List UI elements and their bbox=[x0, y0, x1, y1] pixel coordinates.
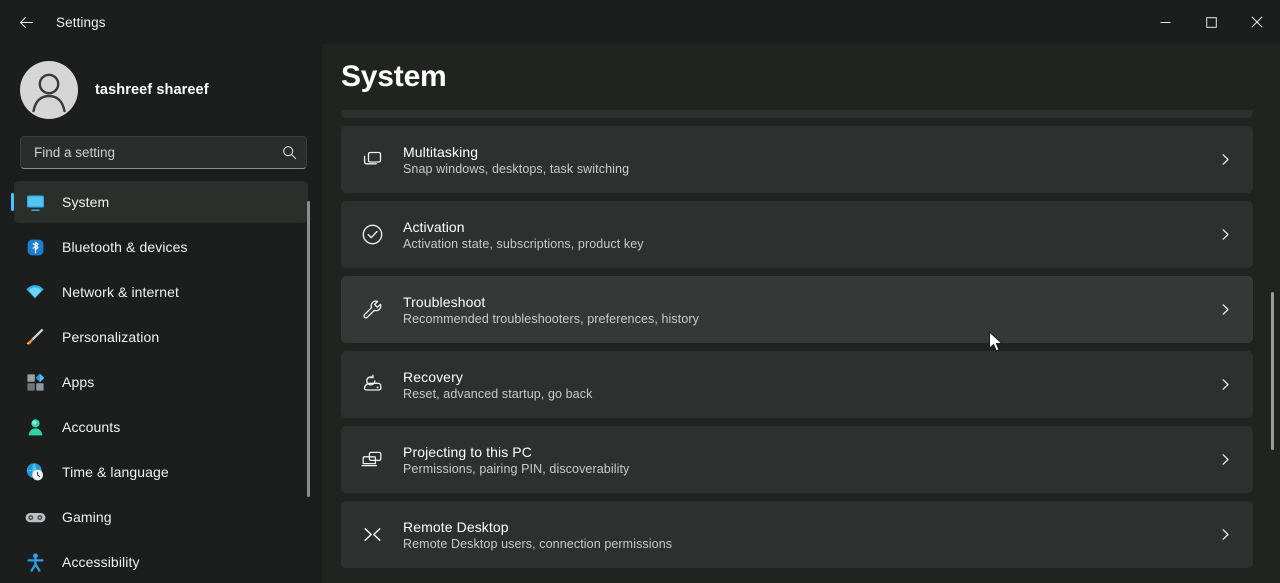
card-subtitle: Remote Desktop users, connection permiss… bbox=[403, 536, 673, 551]
window-title: Settings bbox=[56, 14, 106, 30]
main-content: System Multitasking Snap windows, deskto… bbox=[322, 44, 1280, 583]
card-title: Multitasking bbox=[403, 143, 479, 160]
search-input[interactable] bbox=[21, 145, 272, 160]
card-title: Activation bbox=[403, 218, 465, 235]
card-title: Projecting to this PC bbox=[403, 443, 532, 460]
bluetooth-icon bbox=[20, 235, 50, 259]
card-text: Projecting to this PC Permissions, pairi… bbox=[403, 444, 1197, 476]
card-recovery[interactable]: Recovery Reset, advanced startup, go bac… bbox=[341, 351, 1253, 418]
monitor-icon bbox=[20, 190, 50, 214]
main-scrollbar[interactable] bbox=[1271, 292, 1274, 450]
close-button[interactable] bbox=[1234, 0, 1280, 44]
sidebar-item-network-internet[interactable]: Network & internet bbox=[14, 271, 308, 313]
sidebar-scrollbar[interactable] bbox=[307, 201, 310, 497]
sidebar-item-label: Personalization bbox=[62, 329, 160, 345]
paintbrush-icon bbox=[20, 325, 50, 349]
card-projecting-to-this-pc[interactable]: Projecting to this PC Permissions, pairi… bbox=[341, 426, 1253, 493]
sidebar-item-apps[interactable]: Apps bbox=[14, 361, 308, 403]
user-profile[interactable]: tashreef shareef bbox=[0, 44, 322, 122]
wifi-icon bbox=[20, 280, 50, 304]
card-title: Recovery bbox=[403, 368, 463, 385]
clock-globe-icon bbox=[20, 460, 50, 484]
card-subtitle: Recommended troubleshooters, preferences… bbox=[403, 311, 700, 326]
card-troubleshoot[interactable]: Troubleshoot Recommended troubleshooters… bbox=[341, 276, 1253, 343]
sidebar-item-personalization[interactable]: Personalization bbox=[14, 316, 308, 358]
partial-card-above[interactable] bbox=[341, 110, 1253, 118]
sidebar-item-label: Bluetooth & devices bbox=[62, 239, 188, 255]
card-subtitle: Snap windows, desktops, task switching bbox=[403, 161, 630, 176]
chevron-right-icon[interactable] bbox=[1197, 303, 1253, 316]
sidebar-item-label: Network & internet bbox=[62, 284, 179, 300]
sidebar-item-label: System bbox=[62, 194, 110, 210]
projecting-screens-icon bbox=[341, 447, 403, 472]
sidebar-nav: System Bluetooth & devices Network & int… bbox=[0, 181, 322, 583]
card-text: Multitasking Snap windows, desktops, tas… bbox=[403, 144, 1197, 176]
chevron-right-icon[interactable] bbox=[1197, 378, 1253, 391]
gamepad-icon bbox=[20, 505, 50, 529]
chevron-right-icon[interactable] bbox=[1197, 228, 1253, 241]
sidebar-item-gaming[interactable]: Gaming bbox=[14, 496, 308, 538]
wrench-icon bbox=[341, 297, 403, 322]
minimize-icon bbox=[1160, 21, 1170, 23]
sidebar-item-accounts[interactable]: Accounts bbox=[14, 406, 308, 448]
maximize-button[interactable] bbox=[1188, 0, 1234, 44]
back-button[interactable] bbox=[8, 6, 44, 38]
recovery-drive-icon bbox=[341, 372, 403, 397]
card-subtitle: Permissions, pairing PIN, discoverabilit… bbox=[403, 461, 630, 476]
search-icon bbox=[272, 145, 306, 160]
card-text: Troubleshoot Recommended troubleshooters… bbox=[403, 294, 1197, 326]
multitasking-windows-icon bbox=[341, 147, 403, 172]
sidebar-item-bluetooth-devices[interactable]: Bluetooth & devices bbox=[14, 226, 308, 268]
window-controls bbox=[1142, 0, 1280, 44]
accessibility-icon bbox=[20, 550, 50, 574]
sidebar-item-time-language[interactable]: Time & language bbox=[14, 451, 308, 493]
remote-desktop-icon bbox=[341, 522, 403, 547]
person-icon bbox=[20, 415, 50, 439]
sidebar-item-label: Apps bbox=[62, 374, 95, 390]
sidebar-item-label: Accessibility bbox=[62, 554, 140, 570]
card-title: Troubleshoot bbox=[403, 293, 486, 310]
close-icon bbox=[1251, 16, 1263, 28]
minimize-button[interactable] bbox=[1142, 0, 1188, 44]
apps-grid-icon bbox=[20, 370, 50, 394]
card-multitasking[interactable]: Multitasking Snap windows, desktops, tas… bbox=[341, 126, 1253, 193]
sidebar-item-system[interactable]: System bbox=[11, 181, 308, 223]
sidebar-item-label: Accounts bbox=[62, 419, 121, 435]
card-subtitle: Reset, advanced startup, go back bbox=[403, 386, 593, 401]
card-text: Recovery Reset, advanced startup, go bac… bbox=[403, 369, 1197, 401]
settings-window: Settings tashreef shareef Find a setting… bbox=[0, 0, 1280, 583]
card-text: Remote Desktop Remote Desktop users, con… bbox=[403, 519, 1197, 551]
card-title: Remote Desktop bbox=[403, 518, 509, 535]
title-bar: Settings bbox=[0, 0, 1280, 44]
back-arrow-icon bbox=[19, 16, 33, 28]
chevron-right-icon[interactable] bbox=[1197, 528, 1253, 541]
search-box[interactable] bbox=[20, 136, 307, 169]
sidebar-item-accessibility[interactable]: Accessibility bbox=[14, 541, 308, 583]
page-title: System bbox=[341, 60, 447, 93]
chevron-right-icon[interactable] bbox=[1197, 153, 1253, 166]
sidebar-item-label: Gaming bbox=[62, 509, 112, 525]
card-text: Activation Activation state, subscriptio… bbox=[403, 219, 1197, 251]
search-container bbox=[0, 122, 322, 169]
maximize-icon bbox=[1205, 16, 1217, 28]
chevron-right-icon[interactable] bbox=[1197, 453, 1253, 466]
card-remote-desktop[interactable]: Remote Desktop Remote Desktop users, con… bbox=[341, 501, 1253, 568]
avatar bbox=[20, 61, 78, 119]
user-avatar-icon bbox=[32, 73, 66, 113]
sidebar-item-label: Time & language bbox=[62, 464, 169, 480]
card-activation[interactable]: Activation Activation state, subscriptio… bbox=[341, 201, 1253, 268]
card-subtitle: Activation state, subscriptions, product… bbox=[403, 236, 644, 251]
settings-card-list: Multitasking Snap windows, desktops, tas… bbox=[341, 110, 1253, 576]
profile-name: tashreef shareef bbox=[95, 82, 209, 98]
sidebar: tashreef shareef Find a setting System B… bbox=[0, 44, 322, 583]
check-circle-icon bbox=[341, 222, 403, 247]
